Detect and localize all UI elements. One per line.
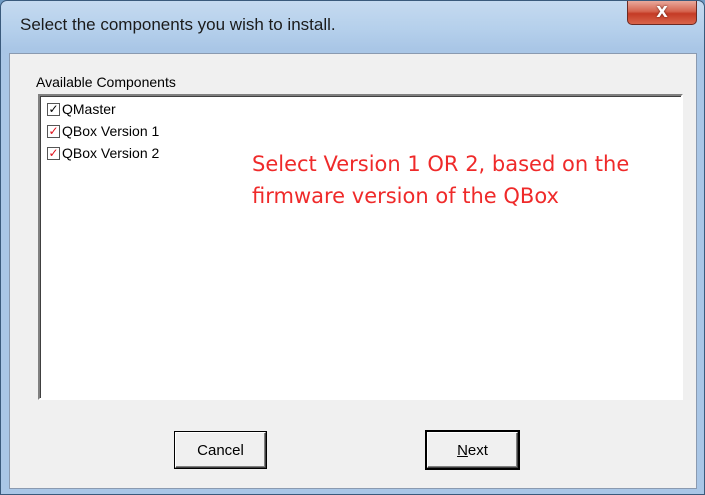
next-label: Next: [457, 442, 488, 459]
next-mnemonic: N: [457, 441, 468, 459]
next-button[interactable]: Next: [427, 432, 518, 468]
close-button[interactable]: X: [627, 1, 697, 25]
available-components-label: Available Components: [36, 74, 176, 90]
installer-dialog: Select the components you wish to instal…: [0, 0, 705, 495]
checkmark-icon: ✓: [48, 102, 59, 116]
list-item-qbox-v2[interactable]: ✓ QBox Version 2: [47, 144, 159, 162]
annotation-text: Select Version 1 OR 2, based on the firm…: [252, 152, 630, 208]
dialog-body: Available Components ✓ QMaster ✓ QBox Ve…: [9, 53, 697, 489]
cancel-button[interactable]: Cancel: [175, 432, 266, 468]
qbox-version-1-label: QBox Version 1: [62, 123, 160, 139]
list-item-qmaster[interactable]: ✓ QMaster: [47, 100, 116, 118]
dialog-title: Select the components you wish to instal…: [20, 15, 336, 34]
components-list[interactable]: ✓ QMaster ✓ QBox Version 1 ✓ QBox Versio…: [38, 94, 683, 400]
qbox-version-2-label: QBox Version 2: [62, 145, 160, 161]
next-label-rest: ext: [467, 441, 488, 459]
qbox-version-1-checkbox[interactable]: ✓: [47, 124, 60, 138]
checkmark-icon: ✓: [48, 146, 59, 160]
cancel-label: Cancel: [197, 441, 244, 459]
list-item-qbox-v1[interactable]: ✓ QBox Version 1: [47, 122, 159, 140]
close-icon: X: [656, 3, 668, 21]
qbox-version-2-checkbox[interactable]: ✓: [47, 146, 60, 160]
checkmark-icon: ✓: [48, 124, 59, 138]
qmaster-label: QMaster: [62, 101, 116, 117]
qmaster-checkbox[interactable]: ✓: [47, 102, 60, 116]
